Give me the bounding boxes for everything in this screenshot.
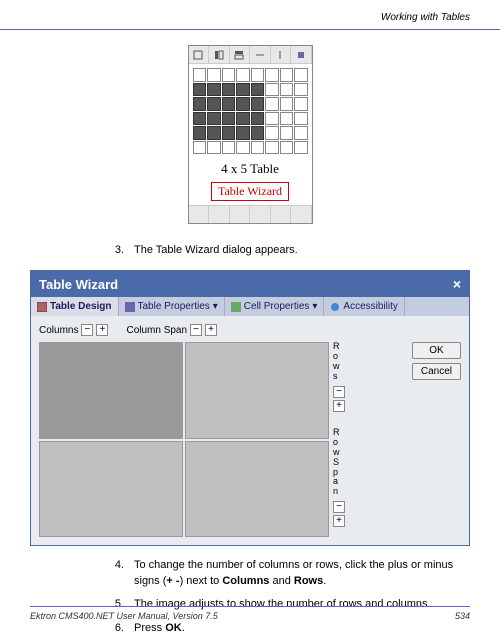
colspan-label: Column Span xyxy=(126,325,187,336)
step-text: To change the number of columns or rows,… xyxy=(134,558,470,589)
toolbar-icon[interactable] xyxy=(209,206,230,223)
step-number: 3. xyxy=(110,243,124,258)
toolbar-icon[interactable] xyxy=(291,46,312,63)
columns-plus-button[interactable]: + xyxy=(96,324,108,336)
toolbar-icon[interactable] xyxy=(209,46,230,63)
chevron-down-icon: ▾ xyxy=(312,301,317,312)
picker-toolbar-bottom xyxy=(189,205,312,223)
rows-label: Rows xyxy=(333,342,345,382)
table-wizard-link[interactable]: Table Wizard xyxy=(189,180,312,205)
close-icon[interactable]: × xyxy=(453,276,461,292)
colspan-minus-button[interactable]: − xyxy=(190,324,202,336)
chevron-down-icon: ▾ xyxy=(213,301,218,312)
rows-plus-button[interactable]: + xyxy=(333,400,345,412)
table-picker-dropdown: 4 x 5 Table Table Wizard xyxy=(188,45,313,224)
footer-manual: Ektron CMS400.NET User Manual, Version 7… xyxy=(30,611,218,621)
columns-label: Columns xyxy=(39,325,78,336)
table-wizard-dialog: Table Wizard × Table Design Table Proper… xyxy=(30,270,470,546)
rowspan-plus-button[interactable]: + xyxy=(333,515,345,527)
tab-table-design[interactable]: Table Design xyxy=(31,297,119,316)
preview-cell[interactable] xyxy=(39,441,183,538)
tab-cell-properties[interactable]: Cell Properties ▾ xyxy=(225,297,325,316)
table-icon xyxy=(37,302,47,312)
dialog-titlebar: Table Wizard × xyxy=(31,271,469,297)
dialog-tabs: Table Design Table Properties ▾ Cell Pro… xyxy=(31,297,469,316)
size-grid[interactable] xyxy=(193,68,308,154)
toolbar-icon[interactable] xyxy=(271,206,292,223)
step-number: 6. xyxy=(110,621,124,636)
toolbar-icon[interactable] xyxy=(189,46,210,63)
dialog-title: Table Wizard xyxy=(39,277,118,292)
rows-minus-button[interactable]: − xyxy=(333,386,345,398)
step-text: Press OK. xyxy=(134,621,185,636)
table-preview[interactable] xyxy=(39,342,329,537)
toolbar-icon[interactable] xyxy=(250,206,271,223)
colspan-plus-button[interactable]: + xyxy=(205,324,217,336)
preview-cell[interactable] xyxy=(185,342,329,439)
step-number: 4. xyxy=(110,558,124,589)
ok-button[interactable]: OK xyxy=(412,342,461,359)
rowspan-label: RowSpan xyxy=(333,428,345,497)
preview-cell[interactable] xyxy=(39,342,183,439)
toolbar-icon[interactable] xyxy=(271,46,292,63)
cancel-button[interactable]: Cancel xyxy=(412,363,461,380)
toolbar-icon[interactable] xyxy=(291,206,312,223)
properties-icon xyxy=(125,302,135,312)
tab-accessibility[interactable]: Accessibility xyxy=(324,297,404,316)
section-title: Working with Tables xyxy=(381,12,470,23)
rows-controls: Rows − + RowSpan − + xyxy=(333,342,345,537)
toolbar-icon[interactable] xyxy=(230,206,251,223)
columns-control: Columns − + xyxy=(39,324,108,336)
toolbar-icon[interactable] xyxy=(250,46,271,63)
step-3: 3. The Table Wizard dialog appears. xyxy=(0,239,500,262)
dialog-body: Columns − + Column Span − + Rows − + xyxy=(31,316,469,545)
step-4: 4. To change the number of columns or ro… xyxy=(0,554,500,593)
step-text: The Table Wizard dialog appears. xyxy=(134,243,298,258)
footer-page-number: 534 xyxy=(455,611,470,621)
picker-toolbar-top xyxy=(189,46,312,64)
accessibility-icon xyxy=(330,302,340,312)
columns-minus-button[interactable]: − xyxy=(81,324,93,336)
colspan-control: Column Span − + xyxy=(126,324,217,336)
cell-icon xyxy=(231,302,241,312)
size-label: 4 x 5 Table xyxy=(189,158,312,180)
toolbar-icon[interactable] xyxy=(189,206,210,223)
tab-table-properties[interactable]: Table Properties ▾ xyxy=(119,297,225,316)
page-footer: Ektron CMS400.NET User Manual, Version 7… xyxy=(30,606,470,621)
page-header: Working with Tables xyxy=(0,0,500,30)
preview-cell[interactable] xyxy=(185,441,329,538)
toolbar-icon[interactable] xyxy=(230,46,251,63)
rowspan-minus-button[interactable]: − xyxy=(333,501,345,513)
